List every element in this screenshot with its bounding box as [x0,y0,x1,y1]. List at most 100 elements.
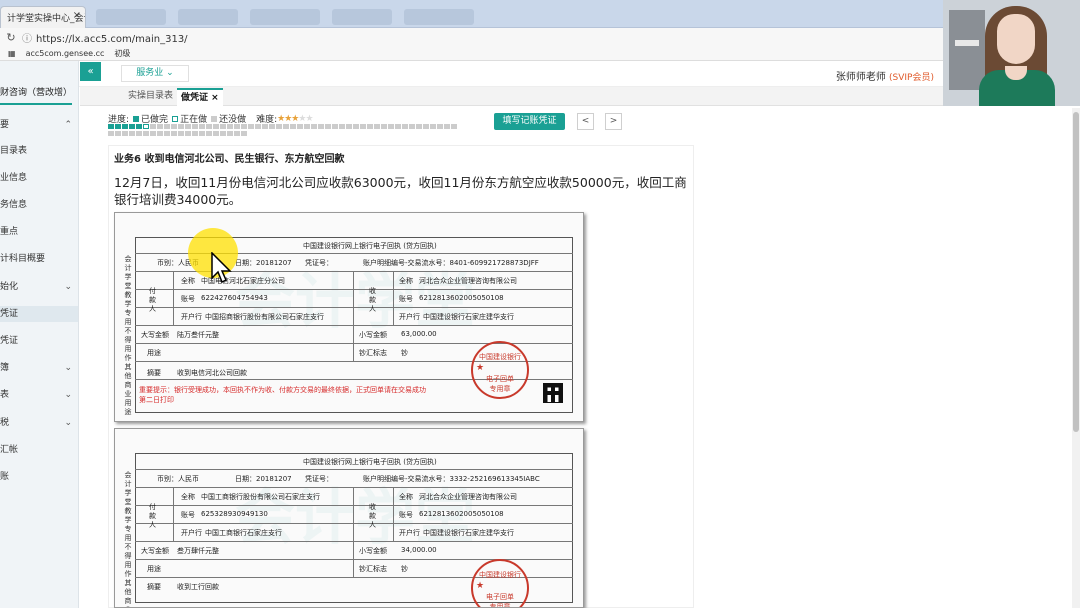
progress-cell[interactable] [311,124,317,129]
progress-cell[interactable] [381,124,387,129]
progress-cell[interactable] [115,124,121,129]
progress-cell[interactable] [374,124,380,129]
progress-cell[interactable] [444,124,450,129]
tab-catalog[interactable]: 实操目录表 [124,88,177,106]
progress-cell[interactable] [206,131,212,136]
sidebar-item[interactable]: 凭证 [0,333,78,349]
progress-cell[interactable] [241,131,247,136]
progress-cell[interactable] [409,124,415,129]
sidebar-item[interactable]: 业信息 [0,170,78,186]
progress-cell[interactable] [360,124,366,129]
tab-make-voucher[interactable]: 做凭证 × [177,88,223,106]
progress-cell[interactable] [129,124,135,129]
progress-cell[interactable] [150,124,156,129]
progress-cell[interactable] [164,124,170,129]
progress-cell[interactable] [192,124,198,129]
sidebar-item[interactable]: 目录表 [0,143,78,159]
progress-cell[interactable] [178,131,184,136]
progress-cell[interactable] [248,124,254,129]
progress-cell[interactable] [255,124,261,129]
progress-cell[interactable] [192,131,198,136]
progress-cell[interactable] [346,124,352,129]
progress-cell[interactable] [402,124,408,129]
progress-cell[interactable] [423,124,429,129]
progress-cell[interactable] [325,124,331,129]
service-dropdown[interactable]: 服务业 ⌄ [121,65,189,82]
progress-cell[interactable] [213,124,219,129]
progress-cell[interactable] [437,124,443,129]
progress-cell[interactable] [108,124,114,129]
user-name[interactable]: 张师师老师 (SVIP会员) [836,68,934,83]
progress-cell[interactable] [178,124,184,129]
progress-cell[interactable] [206,124,212,129]
sidebar-item[interactable]: 计科目概要 [0,251,78,267]
progress-cell[interactable] [262,124,268,129]
progress-cell[interactable] [122,131,128,136]
progress-cell[interactable] [395,124,401,129]
progress-cell[interactable] [213,131,219,136]
progress-cell[interactable] [136,131,142,136]
progress-cell[interactable] [304,124,310,129]
progress-cell[interactable] [227,124,233,129]
close-tab-icon[interactable]: × [211,93,219,103]
sidebar-item[interactable]: 税 ⌄ [0,415,78,431]
url-field[interactable]: ⓘ https://lx.acc5.com/main_313/ [22,30,188,45]
progress-cell[interactable] [290,124,296,129]
progress-cell[interactable] [283,124,289,129]
sidebar-item[interactable]: 重点 [0,224,78,240]
sidebar-item[interactable]: 要 ⌃ [0,117,78,133]
progress-cell[interactable] [297,124,303,129]
progress-cell[interactable] [234,124,240,129]
browser-tab[interactable] [178,9,238,25]
progress-cell[interactable] [143,131,149,136]
bookmark-item[interactable]: acc5com.gensee.cc [26,49,105,58]
browser-tab[interactable] [332,9,392,25]
next-button[interactable]: > [605,113,622,130]
progress-cell[interactable] [220,124,226,129]
progress-cell[interactable] [185,131,191,136]
progress-cell[interactable] [430,124,436,129]
progress-cell[interactable] [157,124,163,129]
progress-cell[interactable] [164,131,170,136]
progress-cell[interactable] [339,124,345,129]
progress-cell[interactable] [332,124,338,129]
progress-cell[interactable] [199,131,205,136]
collapse-sidebar-button[interactable]: « [80,62,101,81]
progress-cell[interactable] [416,124,422,129]
progress-cell[interactable] [388,124,394,129]
browser-tab[interactable] [96,9,166,25]
progress-cell[interactable] [276,124,282,129]
progress-cell[interactable] [367,124,373,129]
progress-cell[interactable] [143,124,149,129]
sidebar-item[interactable]: 账 [0,469,78,485]
prev-button[interactable]: < [577,113,594,130]
progress-cell[interactable] [129,131,135,136]
progress-cell[interactable] [171,131,177,136]
progress-cell[interactable] [136,124,142,129]
browser-tab[interactable] [404,9,474,25]
reload-icon[interactable]: ↻ [0,31,22,44]
sidebar-item[interactable]: 汇帐 [0,442,78,458]
sidebar-item[interactable]: 表 ⌄ [0,387,78,403]
progress-cell[interactable] [269,124,275,129]
bookmark-grid-icon[interactable]: ▦ [8,49,16,58]
progress-cell[interactable] [220,131,226,136]
sidebar-item[interactable]: 始化 ⌄ [0,279,78,295]
scrollbar-thumb[interactable] [1073,112,1079,432]
progress-cell[interactable] [108,131,114,136]
progress-cell[interactable] [122,124,128,129]
sidebar-item[interactable]: 簿 ⌄ [0,360,78,376]
progress-cell[interactable] [115,131,121,136]
progress-cell[interactable] [199,124,205,129]
progress-cell[interactable] [171,124,177,129]
progress-cell[interactable] [318,124,324,129]
progress-cell[interactable] [353,124,359,129]
progress-cell[interactable] [185,124,191,129]
bookmark-item[interactable]: 初级 [114,48,130,59]
progress-cell[interactable] [234,131,240,136]
progress-cell[interactable] [241,124,247,129]
sidebar-item[interactable]: 凭证 [0,306,78,322]
progress-cell[interactable] [157,131,163,136]
progress-cell[interactable] [227,131,233,136]
sidebar-item[interactable]: 务信息 [0,197,78,213]
